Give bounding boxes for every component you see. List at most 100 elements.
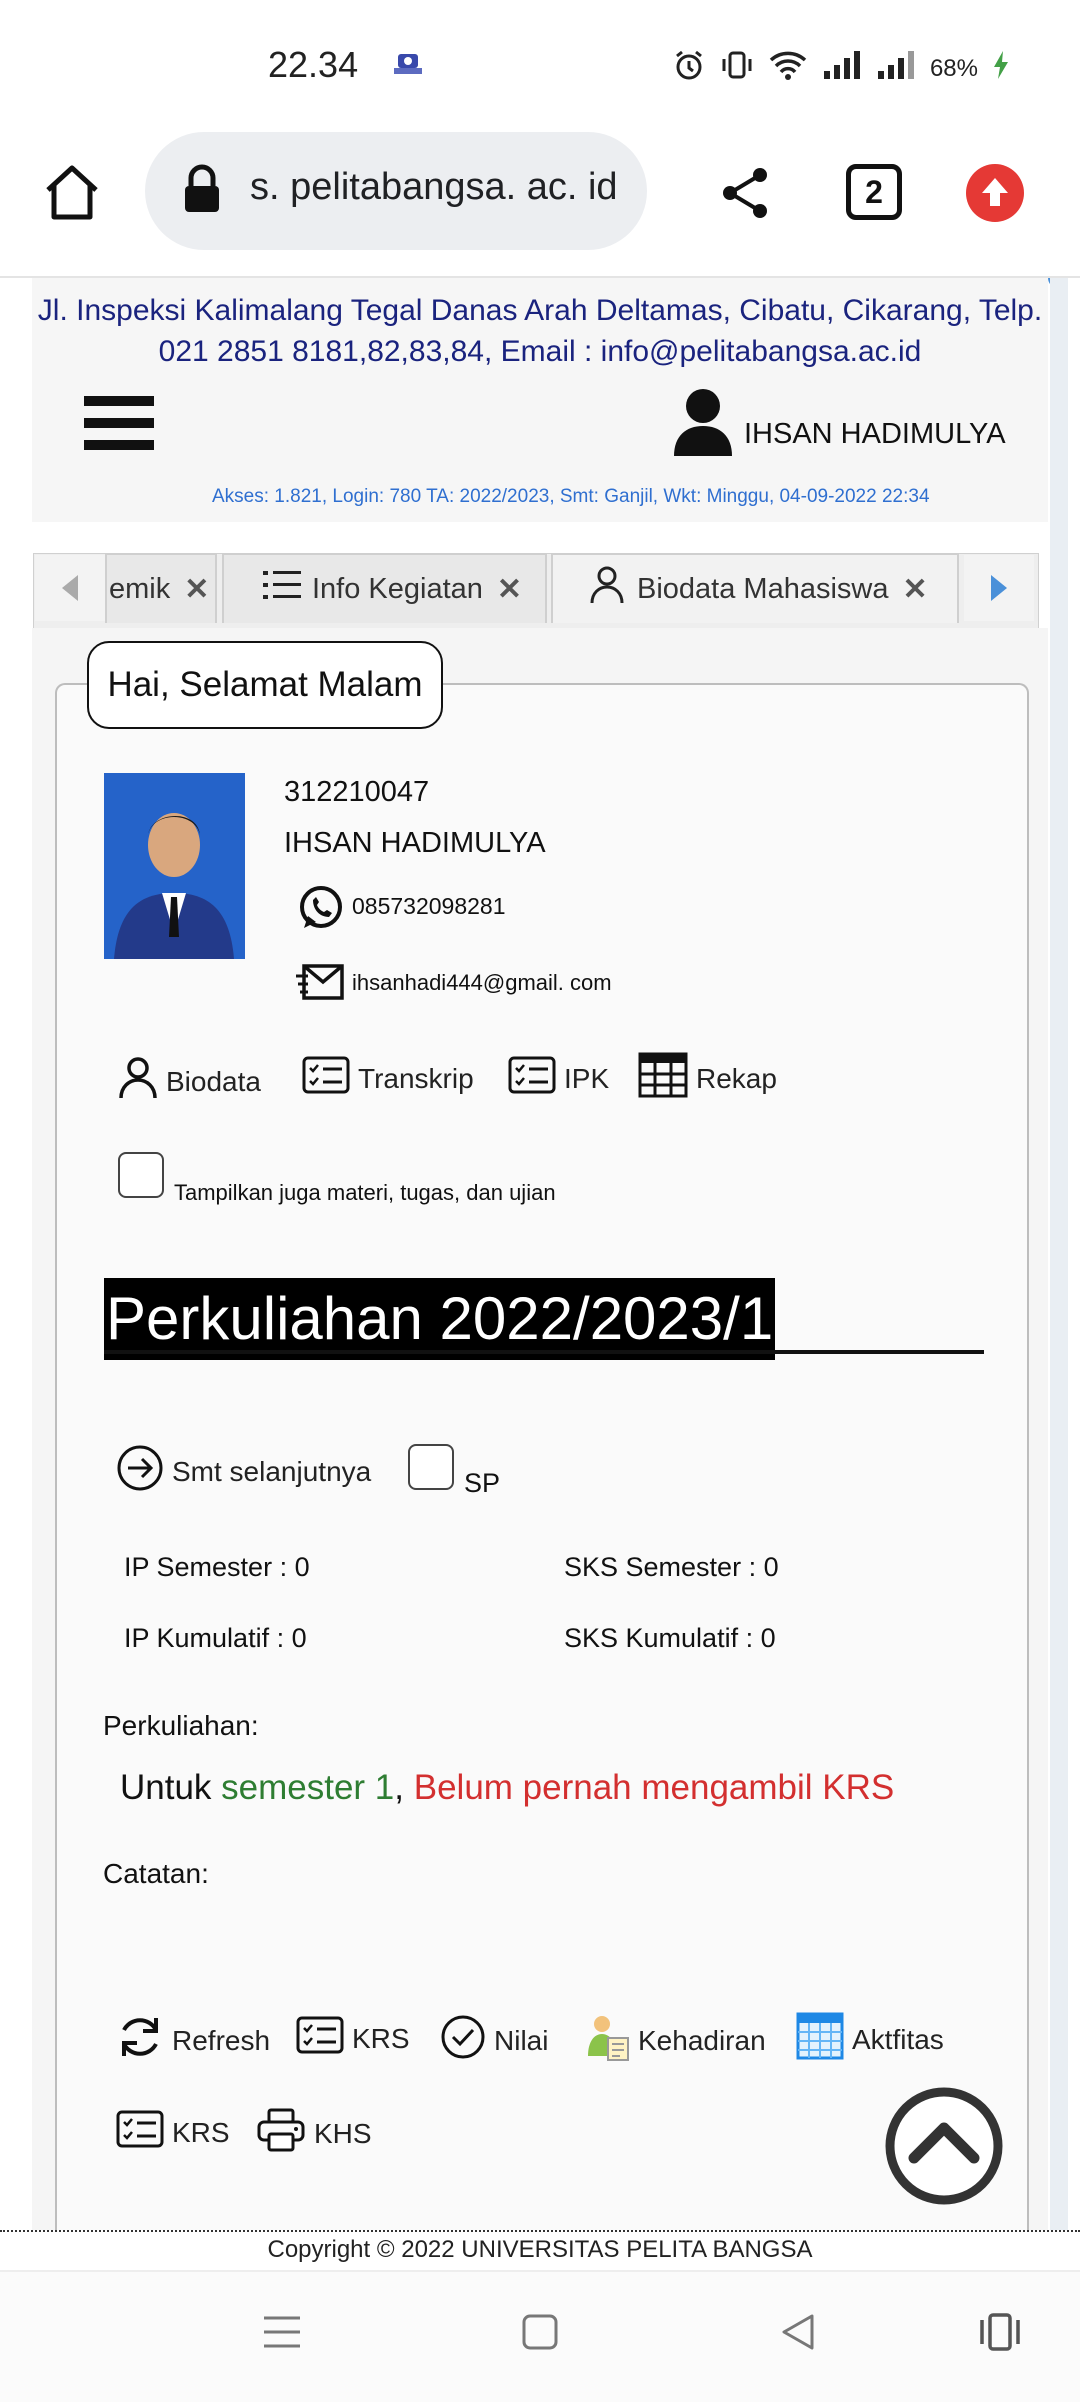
krs-print-label: KRS bbox=[172, 2116, 230, 2148]
checklist-icon bbox=[296, 2016, 344, 2061]
tab-akademik[interactable]: emik ✕ bbox=[105, 553, 217, 623]
tab-label: Info Kegiatan bbox=[312, 572, 483, 605]
alarm-icon bbox=[672, 48, 706, 89]
show-materials-label: Tampilkan juga materi, tugas, dan ujian bbox=[174, 1180, 556, 1205]
table-icon bbox=[638, 1052, 688, 1105]
tab-switcher-button[interactable]: 2 bbox=[846, 164, 902, 220]
rekap-label: Rekap bbox=[696, 1062, 777, 1094]
semester-heading: Perkuliahan 2022/2023/1 bbox=[104, 1278, 776, 1360]
catatan-label: Catatan: bbox=[103, 1858, 209, 1889]
close-icon[interactable]: ✕ bbox=[497, 572, 522, 607]
refresh-label: Refresh bbox=[172, 2024, 271, 2056]
checklist-icon bbox=[508, 1056, 556, 1101]
aktifitas-button[interactable]: Aktfitas bbox=[796, 2012, 944, 2067]
arrow-right-circle-icon bbox=[116, 1444, 164, 1499]
person-icon bbox=[118, 1056, 158, 1107]
vibrate-icon bbox=[720, 48, 754, 89]
ip-kumulatif: IP Kumulatif : 0 bbox=[124, 1623, 307, 1653]
access-info: Akses: 1.821, Login: 780 TA: 2022/2023, … bbox=[212, 486, 930, 507]
printer-icon bbox=[256, 2108, 306, 2159]
tab-scroll-right-button[interactable] bbox=[964, 555, 1034, 621]
refresh-button[interactable]: Refresh bbox=[116, 2014, 270, 2067]
user-name: IHSAN HADIMULYA bbox=[744, 418, 1006, 450]
tab-scroll-left-button[interactable] bbox=[35, 555, 105, 621]
sp-checkbox[interactable] bbox=[408, 1444, 454, 1490]
student-phone[interactable]: 085732098281 bbox=[352, 893, 506, 920]
home-square-icon[interactable] bbox=[520, 2312, 560, 2357]
user-icon bbox=[672, 386, 734, 463]
wifi-icon bbox=[768, 49, 808, 88]
page-scrollbar[interactable] bbox=[1050, 278, 1068, 2230]
recents-icon[interactable] bbox=[976, 2312, 1024, 2357]
scroll-to-top-button[interactable] bbox=[884, 2086, 1004, 2206]
rekap-link[interactable]: Rekap bbox=[638, 1052, 777, 1105]
campus-address: Jl. Inspeksi Kalimalang Tegal Danas Arah… bbox=[32, 290, 1048, 372]
greeting-text: Hai, Selamat Malam bbox=[107, 665, 423, 704]
refresh-icon bbox=[116, 2014, 164, 2067]
ipk-link[interactable]: IPK bbox=[508, 1056, 609, 1101]
sks-semester: SKS Semester : 0 bbox=[564, 1552, 779, 1582]
krs-print-button[interactable]: KRS bbox=[116, 2110, 230, 2155]
show-materials-checkbox[interactable] bbox=[118, 1152, 164, 1198]
check-circle-icon bbox=[440, 2014, 486, 2067]
upload-icon[interactable] bbox=[966, 164, 1024, 222]
back-icon[interactable] bbox=[778, 2312, 818, 2357]
close-icon[interactable]: ✕ bbox=[902, 572, 927, 607]
checklist-icon bbox=[302, 1056, 350, 1101]
checklist-icon bbox=[116, 2110, 164, 2155]
student-email[interactable]: ihsanhadi444@gmail. com bbox=[352, 970, 612, 996]
status-time: 22.34 bbox=[268, 44, 359, 85]
next-semester-link[interactable]: Smt selanjutnya bbox=[116, 1444, 371, 1499]
ip-semester: IP Semester : 0 bbox=[124, 1552, 310, 1582]
lock-icon bbox=[180, 164, 224, 214]
tab-biodata-mahasiswa[interactable]: Biodata Mahasiswa ✕ bbox=[551, 553, 959, 623]
krs-button[interactable]: KRS bbox=[296, 2016, 410, 2061]
transkrip-link[interactable]: Transkrip bbox=[302, 1056, 474, 1101]
khs-button[interactable]: KHS bbox=[256, 2108, 372, 2159]
tab-label: emik bbox=[109, 572, 171, 605]
signal-icon bbox=[822, 49, 862, 88]
battery-level: 68% bbox=[929, 54, 978, 82]
sks-kumulatif: SKS Kumulatif : 0 bbox=[564, 1623, 776, 1653]
hamburger-menu-icon[interactable] bbox=[82, 392, 158, 456]
calendar-icon bbox=[796, 2012, 844, 2067]
next-semester-label: Smt selanjutnya bbox=[172, 1455, 372, 1487]
student-name: IHSAN HADIMULYA bbox=[284, 827, 546, 859]
tab-count: 2 bbox=[865, 173, 883, 210]
menu-icon[interactable] bbox=[262, 2312, 302, 2357]
address-line-1: Jl. Inspeksi Kalimalang Tegal Danas Arah… bbox=[37, 294, 1043, 327]
krs-label: KRS bbox=[352, 2022, 410, 2054]
charging-icon bbox=[992, 50, 1010, 87]
list-icon bbox=[262, 568, 302, 610]
kehadiran-button[interactable]: Kehadiran bbox=[584, 2012, 766, 2069]
email-icon[interactable] bbox=[296, 962, 344, 1002]
transkrip-label: Transkrip bbox=[358, 1062, 474, 1094]
krs-message-comma: , bbox=[394, 1768, 414, 1807]
person-icon bbox=[589, 565, 625, 613]
biodata-link[interactable]: Biodata bbox=[118, 1056, 261, 1107]
kehadiran-label: Kehadiran bbox=[638, 2024, 766, 2056]
home-icon[interactable] bbox=[40, 160, 104, 224]
close-icon[interactable]: ✕ bbox=[184, 572, 209, 607]
krs-message: Untuk semester 1, Belum pernah mengambil… bbox=[120, 1768, 894, 1808]
copyright-text: Copyright © 2022 UNIVERSITAS PELITA BANG… bbox=[267, 2236, 813, 2263]
krs-message-status: Belum pernah mengambil KRS bbox=[413, 1768, 895, 1807]
nilai-button[interactable]: Nilai bbox=[440, 2014, 548, 2067]
whatsapp-icon[interactable] bbox=[296, 884, 344, 932]
status-icons: 68% bbox=[672, 48, 1010, 89]
user-menu[interactable]: IHSAN HADIMULYA bbox=[672, 386, 1006, 463]
app-notification-icon bbox=[392, 50, 424, 78]
signal-icon bbox=[876, 49, 916, 88]
share-icon[interactable] bbox=[716, 163, 776, 223]
ipk-label: IPK bbox=[564, 1062, 610, 1094]
student-photo bbox=[104, 773, 245, 959]
sp-label: SP bbox=[464, 1468, 501, 1498]
heading-underline bbox=[104, 1350, 984, 1354]
perkuliahan-label: Perkuliahan: bbox=[103, 1710, 259, 1741]
krs-message-prefix: Untuk bbox=[120, 1768, 222, 1807]
khs-label: KHS bbox=[314, 2117, 372, 2149]
biodata-label: Biodata bbox=[166, 1065, 261, 1097]
url-text[interactable]: s. pelitabangsa. ac. id bbox=[250, 166, 618, 209]
attendance-icon bbox=[584, 2012, 630, 2069]
tab-info-kegiatan[interactable]: Info Kegiatan ✕ bbox=[222, 553, 547, 623]
